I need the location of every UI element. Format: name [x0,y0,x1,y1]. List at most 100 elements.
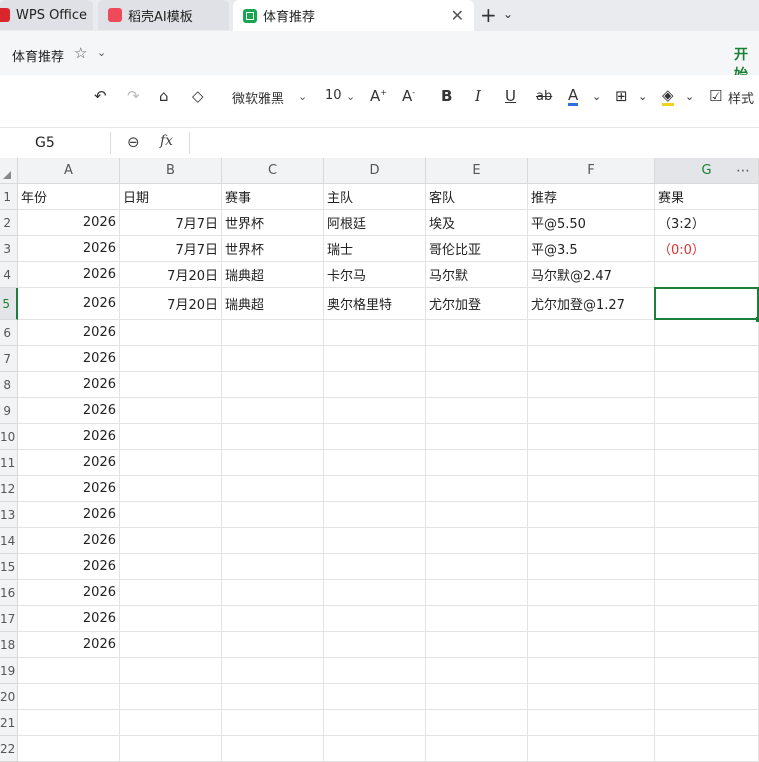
eraser-icon[interactable]: ◇ [192,87,204,105]
cell-a21[interactable] [18,710,120,736]
column-header-f[interactable]: F [528,158,655,184]
cell-d15[interactable] [324,554,426,580]
cell-g9[interactable] [655,398,759,424]
column-header-b[interactable]: B [120,158,222,184]
cell-f15[interactable] [528,554,655,580]
chevron-down-icon[interactable]: ⌄ [97,46,106,59]
cell-a5[interactable]: 2026 [18,288,120,320]
document-title[interactable]: 体育推荐 [12,46,64,65]
cell-b8[interactable] [120,372,222,398]
cell-a6[interactable]: 2026 [18,320,120,346]
cell-b6[interactable] [120,320,222,346]
cell-g7[interactable] [655,346,759,372]
cell-f21[interactable] [528,710,655,736]
font-size-select[interactable]: 10 [325,88,342,103]
cell-d3[interactable]: 瑞士 [324,236,426,262]
cell-d4[interactable]: 卡尔马 [324,262,426,288]
cell-a9[interactable]: 2026 [18,398,120,424]
cell-c13[interactable] [222,502,324,528]
row-header[interactable]: 21 [0,710,18,736]
cell-c22[interactable] [222,736,324,762]
row-header[interactable]: 22 [0,736,18,762]
cell-e16[interactable] [426,580,528,606]
row-header[interactable]: 12 [0,476,18,502]
cell-e11[interactable] [426,450,528,476]
cell-a14[interactable]: 2026 [18,528,120,554]
fill-color-icon[interactable]: ◈ [662,87,674,106]
cell-d19[interactable] [324,658,426,684]
font-name-select[interactable]: 微软雅黑 [232,88,284,107]
cell-b10[interactable] [120,424,222,450]
cell-g20[interactable] [655,684,759,710]
underline-icon[interactable]: U [505,87,516,105]
cell-c6[interactable] [222,320,324,346]
cell-a7[interactable]: 2026 [18,346,120,372]
tab-docer-ai-templates[interactable]: 稻壳AI模板 [98,0,229,30]
cell-a19[interactable] [18,658,120,684]
cell-b7[interactable] [120,346,222,372]
cell-c5[interactable]: 瑞典超 [222,288,324,320]
cell-f1[interactable]: 推荐 [528,184,655,210]
cell-e1[interactable]: 客队 [426,184,528,210]
cell-d6[interactable] [324,320,426,346]
cell-g12[interactable] [655,476,759,502]
chevron-down-icon[interactable]: ⌄ [298,90,307,103]
column-header-c[interactable]: C [222,158,324,184]
cell-b22[interactable] [120,736,222,762]
cell-e19[interactable] [426,658,528,684]
cell-d21[interactable] [324,710,426,736]
cell-f3[interactable]: 平@3.5 [528,236,655,262]
cell-c12[interactable] [222,476,324,502]
cell-b16[interactable] [120,580,222,606]
cell-a18[interactable]: 2026 [18,632,120,658]
column-header-a[interactable]: A [18,158,120,184]
cell-c16[interactable] [222,580,324,606]
cell-e21[interactable] [426,710,528,736]
cell-e20[interactable] [426,684,528,710]
borders-icon[interactable]: ⊞ [615,87,628,105]
new-tab-icon[interactable]: + [480,3,497,27]
cell-g13[interactable] [655,502,759,528]
row-header[interactable]: 14 [0,528,18,554]
cell-e4[interactable]: 马尔默 [426,262,528,288]
cell-f10[interactable] [528,424,655,450]
row-header[interactable]: 9 [0,398,18,424]
cell-d17[interactable] [324,606,426,632]
cell-b20[interactable] [120,684,222,710]
cell-c18[interactable] [222,632,324,658]
format-painter-icon[interactable]: ⌂ [159,87,169,105]
cell-g16[interactable] [655,580,759,606]
row-header[interactable]: 17 [0,606,18,632]
cell-f2[interactable]: 平@5.50 [528,210,655,236]
cell-b12[interactable] [120,476,222,502]
fx-icon[interactable]: fx [160,133,173,149]
bold-icon[interactable]: B [441,87,452,105]
cell-f18[interactable] [528,632,655,658]
cell-d16[interactable] [324,580,426,606]
cell-b15[interactable] [120,554,222,580]
cell-g19[interactable] [655,658,759,684]
row-header[interactable]: 2 [0,210,18,236]
cell-f9[interactable] [528,398,655,424]
cell-e6[interactable] [426,320,528,346]
cell-g11[interactable] [655,450,759,476]
cell-a8[interactable]: 2026 [18,372,120,398]
cell-d12[interactable] [324,476,426,502]
cell-c15[interactable] [222,554,324,580]
cell-b19[interactable] [120,658,222,684]
row-header[interactable]: 1 [0,184,18,210]
cell-g1[interactable]: 赛果 [655,184,759,210]
cell-d14[interactable] [324,528,426,554]
undo-icon[interactable]: ↶ [94,87,107,105]
row-header[interactable]: 19 [0,658,18,684]
row-header[interactable]: 3 [0,236,18,262]
tab-sports-recommend[interactable]: 体育推荐 ✕ [233,0,474,31]
row-header[interactable]: 11 [0,450,18,476]
cell-g4[interactable] [655,262,759,288]
cell-f12[interactable] [528,476,655,502]
chevron-down-icon[interactable]: ⌄ [592,90,601,103]
cell-f5[interactable]: 尤尔加登@1.27 [528,288,655,320]
cell-f7[interactable] [528,346,655,372]
cell-f22[interactable] [528,736,655,762]
cell-a4[interactable]: 2026 [18,262,120,288]
